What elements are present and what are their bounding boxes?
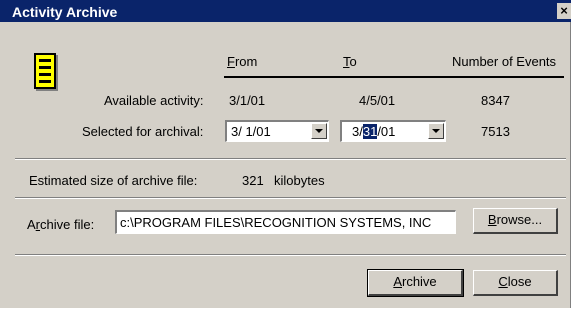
activity-archive-dialog: Activity Archive × From To Number of Eve… (0, 0, 571, 308)
column-header-from: From (227, 54, 257, 69)
from-rest: rom (234, 54, 258, 69)
title-bar: Activity Archive × (0, 0, 571, 22)
archive-mnemonic: A (393, 274, 402, 289)
estimated-size-label: Estimated size of archive file: (29, 173, 198, 188)
browse-mnemonic: B (487, 212, 497, 227)
chevron-down-icon[interactable] (428, 123, 444, 139)
to-date-picker[interactable]: 3/31/01 (340, 120, 446, 142)
to-date-month: 3/ (352, 124, 363, 139)
header-rule (224, 76, 564, 78)
archive-cabinet-icon (34, 53, 58, 91)
close-button[interactable]: Close (473, 270, 558, 296)
divider (15, 254, 566, 256)
divider (15, 158, 566, 160)
selected-events-value: 7513 (481, 124, 510, 139)
close-label-rest: lose (507, 274, 532, 289)
close-mnemonic: C (498, 274, 508, 289)
archive-label-rest: rchive (401, 274, 437, 289)
estimated-size-unit: kilobytes (274, 173, 325, 188)
available-events-value: 8347 (481, 93, 510, 108)
to-date-value: 3/31/01 (352, 124, 395, 139)
archive-file-input[interactable]: c:\PROGRAM FILES\RECOGNITION SYSTEMS, IN… (115, 210, 456, 234)
browse-label-rest: rowse... (496, 212, 543, 227)
archive-file-label-a: A (27, 217, 36, 232)
window-title: Activity Archive (12, 4, 118, 20)
available-to-value: 4/5/01 (359, 93, 396, 108)
column-header-events: Number of Events (452, 54, 557, 69)
archive-button[interactable]: Archive (367, 269, 464, 297)
available-from-value: 3/1/01 (229, 93, 266, 108)
divider (15, 197, 566, 199)
from-mnemonic: F (227, 54, 235, 69)
close-window-icon[interactable]: × (557, 3, 571, 19)
to-rest: o (349, 54, 357, 69)
selected-for-archival-label: Selected for archival: (82, 124, 204, 139)
from-date-value: 3/ 1/01 (231, 124, 271, 139)
archive-file-label-rest: chive file: (40, 217, 95, 232)
chevron-down-icon[interactable] (311, 123, 327, 139)
archive-file-label: Archive file: (27, 217, 94, 232)
browse-button[interactable]: Browse... (473, 208, 558, 234)
available-activity-label: Available activity: (104, 93, 204, 108)
from-date-picker[interactable]: 3/ 1/01 (225, 120, 329, 142)
to-date-year: /01 (377, 124, 396, 139)
estimated-size-value: 321 (242, 173, 264, 188)
to-date-day-selected: 31 (362, 124, 378, 139)
column-header-to: To (343, 54, 357, 69)
